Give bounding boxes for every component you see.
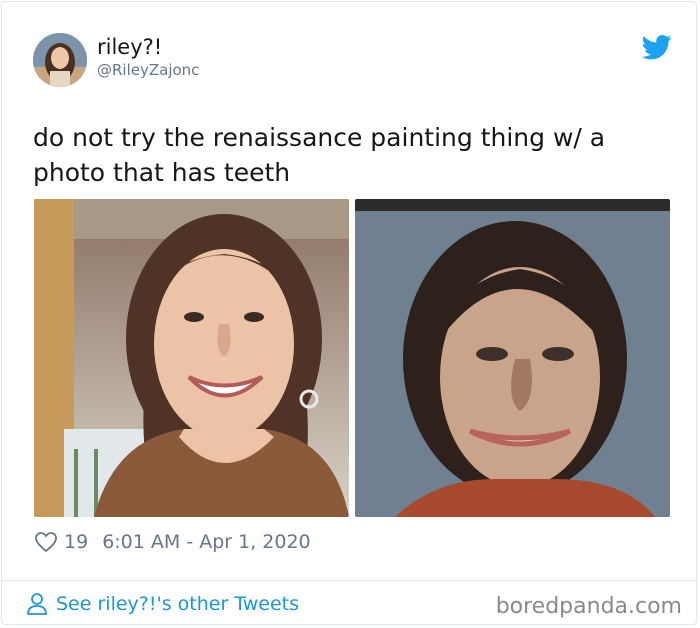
divider <box>2 580 696 581</box>
tweet-timestamp[interactable]: 6:01 AM - Apr 1, 2020 <box>102 531 310 553</box>
person-icon <box>27 593 47 615</box>
twitter-bird-icon[interactable] <box>642 32 672 62</box>
see-other-tweets-link[interactable]: See riley?!'s other Tweets <box>26 592 299 616</box>
heart-icon[interactable] <box>34 531 58 553</box>
avatar[interactable] <box>33 33 87 87</box>
like-count[interactable]: 19 <box>64 531 88 553</box>
tweet-photo-original[interactable] <box>34 199 349 517</box>
tweet-text: do not try the renaissance painting thin… <box>33 123 606 187</box>
avatar-photo <box>33 33 87 87</box>
author-handle[interactable]: @RileyZajonc <box>97 61 199 79</box>
painting-photo <box>355 199 670 517</box>
selfie-photo <box>34 199 349 517</box>
tweet-meta: 19 6:01 AM - Apr 1, 2020 <box>34 529 311 555</box>
tweet-card: riley?! @RileyZajonc do not try the rena… <box>1 1 697 625</box>
author-display-name[interactable]: riley?! <box>97 35 162 59</box>
see-other-tweets-label: See riley?!'s other Tweets <box>56 593 300 615</box>
watermark: boredpanda.com <box>495 594 682 619</box>
tweet-photo-painting[interactable] <box>355 199 670 517</box>
